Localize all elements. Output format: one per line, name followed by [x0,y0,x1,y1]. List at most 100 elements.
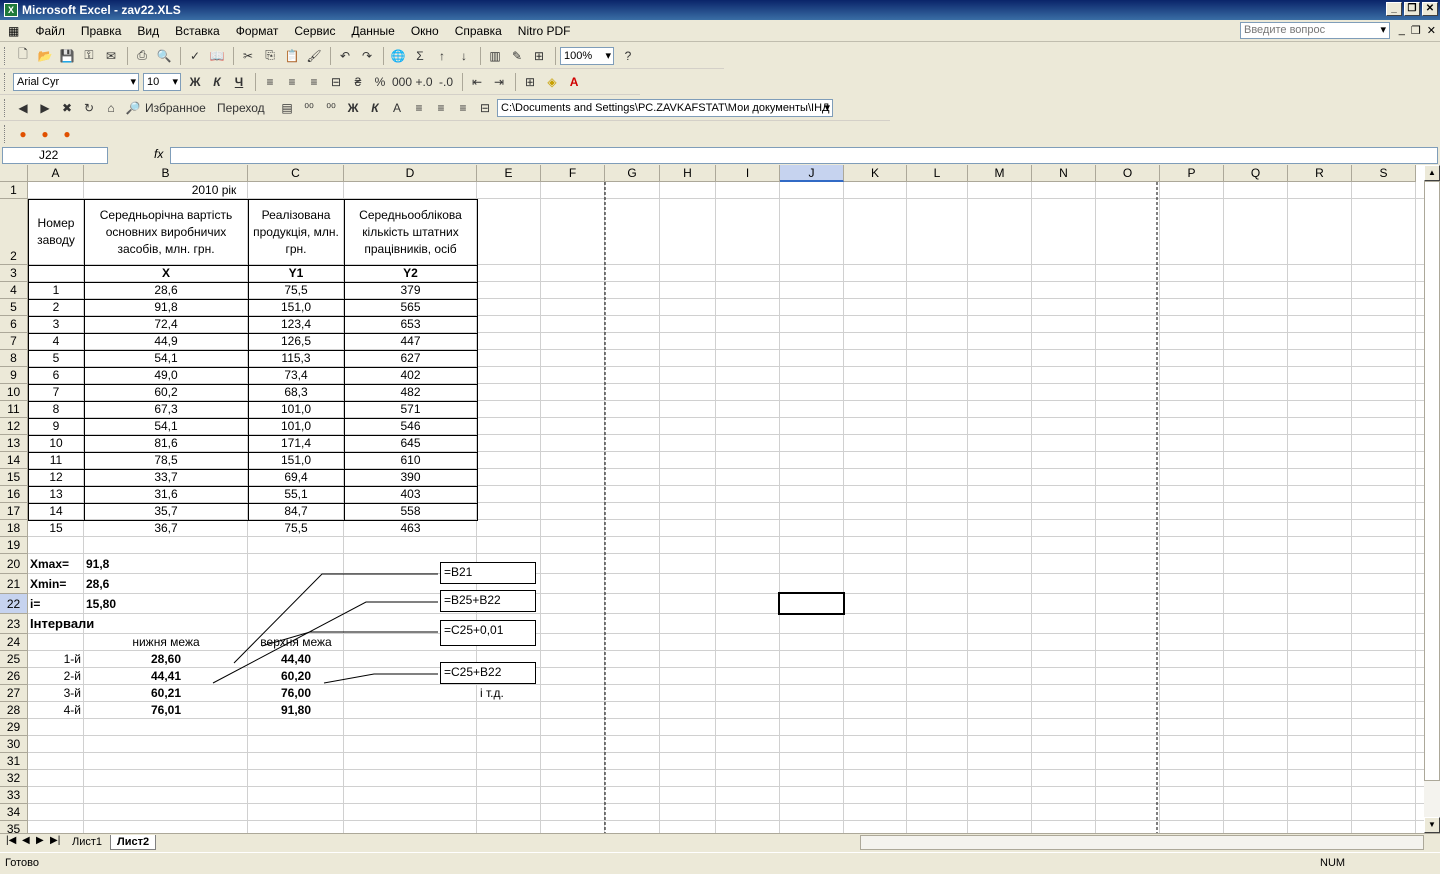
row-header[interactable]: 20 [0,554,28,574]
table-data-cell[interactable]: 91,8 [84,299,248,316]
table-data-cell[interactable]: 4 [28,333,84,350]
column-header[interactable]: I [716,165,780,182]
doc-restore-button[interactable]: ❐ [1411,24,1421,37]
cut-icon[interactable]: ✂ [238,46,258,66]
column-header[interactable]: M [968,165,1032,182]
help-icon[interactable]: ? [618,46,638,66]
xmax-label[interactable]: Xmax= [28,554,84,574]
row-header[interactable]: 17 [0,503,28,520]
interval-upper-cell[interactable]: 76,00 [248,685,344,702]
etc-note[interactable]: і т.д. [477,685,541,702]
format-painter-icon[interactable]: 🖌 [304,46,324,66]
column-heading-cell[interactable]: Реалізована продукція, млн. грн. [248,199,344,265]
table-data-cell[interactable]: 75,5 [248,282,344,299]
table-data-cell[interactable]: 13 [28,486,84,503]
symbol-cell[interactable]: X [84,265,248,282]
back-icon[interactable]: ◀ [13,98,33,118]
toolbar-grip[interactable] [4,46,7,65]
menu-edit[interactable]: Правка [73,24,130,38]
row-header[interactable]: 33 [0,787,28,804]
tab-list1[interactable]: Лист1 [66,835,108,850]
table-data-cell[interactable]: 101,0 [248,418,344,435]
interval-lower-cell[interactable]: 28,60 [84,651,248,668]
table-data-cell[interactable]: 10 [28,435,84,452]
row-header[interactable]: 12 [0,418,28,435]
toolbar-grip[interactable] [4,72,7,91]
table-data-cell[interactable]: 54,1 [84,418,248,435]
underline-icon[interactable]: Ч [229,72,249,92]
table-data-cell[interactable]: 78,5 [84,452,248,469]
align-center-icon[interactable]: ≡ [282,72,302,92]
row-header[interactable]: 16 [0,486,28,503]
undo-icon[interactable]: ↶ [335,46,355,66]
paste-icon[interactable]: 📋 [282,46,302,66]
interval-name-cell[interactable]: 2-й [28,668,84,685]
column-header[interactable]: Q [1224,165,1288,182]
decrease-decimal-icon[interactable]: -.0 [436,72,456,92]
goto-menu[interactable]: Переход [217,98,275,118]
menu-window[interactable]: Окно [403,24,447,38]
table-data-cell[interactable]: 379 [344,282,477,299]
column-header[interactable]: A [28,165,84,182]
interval-name-cell[interactable]: 4-й [28,702,84,719]
table-data-cell[interactable]: 610 [344,452,477,469]
xmax-value[interactable]: 91,8 [84,554,248,574]
interval-lower-cell[interactable]: 76,01 [84,702,248,719]
table-data-cell[interactable]: 627 [344,350,477,367]
redo-icon[interactable]: ↷ [357,46,377,66]
table-data-cell[interactable]: 44,9 [84,333,248,350]
table-data-cell[interactable]: 81,6 [84,435,248,452]
active-cell-selection[interactable] [778,592,845,615]
table-data-cell[interactable]: 72,4 [84,316,248,333]
menu-view[interactable]: Вид [129,24,167,38]
permission-icon[interactable]: ⚿ [79,46,99,66]
table-data-cell[interactable]: 1 [28,282,84,299]
font-grow-icon[interactable]: A [387,98,407,118]
row-header[interactable]: 6 [0,316,28,333]
table-data-cell[interactable]: 126,5 [248,333,344,350]
merge-center-icon[interactable]: ⊟ [475,98,495,118]
row-header[interactable]: 4 [0,282,28,299]
column-header[interactable]: C [248,165,344,182]
column-header[interactable]: K [844,165,907,182]
italic-icon[interactable]: К [207,72,227,92]
interval-upper-cell[interactable]: 44,40 [248,651,344,668]
autosum-icon[interactable]: Σ [410,46,430,66]
forward-icon[interactable]: ▶ [35,98,55,118]
save-icon[interactable]: 💾 [57,46,77,66]
column-header[interactable]: B [84,165,248,182]
row-header[interactable]: 5 [0,299,28,316]
table-data-cell[interactable]: 3 [28,316,84,333]
column-header[interactable]: E [477,165,541,182]
format-icon-1[interactable]: ⁰⁰ [299,98,319,118]
table-data-cell[interactable]: 69,4 [248,469,344,486]
chart-wizard-icon[interactable]: ▥ [485,46,505,66]
row-header[interactable]: 1 [0,182,28,199]
copy-icon[interactable]: ⎘ [260,46,280,66]
align-right-icon[interactable]: ≡ [453,98,473,118]
row-header[interactable]: 22 [0,594,28,614]
table-data-cell[interactable]: 5 [28,350,84,367]
interval-width-value[interactable]: 15,80 [84,594,248,614]
column-header[interactable]: O [1096,165,1160,182]
xmin-value[interactable]: 28,6 [84,574,248,594]
toolbar-grip[interactable] [4,125,7,143]
table-data-cell[interactable]: 565 [344,299,477,316]
sheet-title-cell[interactable]: 2010 рік [84,182,344,199]
upper-bound-heading[interactable]: верхня межа [248,634,344,651]
menu-insert[interactable]: Вставка [167,24,228,38]
table-data-cell[interactable]: 151,0 [248,452,344,469]
interval-lower-cell[interactable]: 60,21 [84,685,248,702]
favorites-menu[interactable]: Избранное [145,98,215,118]
row-header[interactable]: 15 [0,469,28,486]
increase-decimal-icon[interactable]: +.0 [414,72,434,92]
align-left-icon[interactable]: ≡ [409,98,429,118]
research-icon[interactable]: 📖 [207,46,227,66]
table-data-cell[interactable]: 151,0 [248,299,344,316]
table-data-cell[interactable]: 36,7 [84,520,248,537]
bold-icon[interactable]: Ж [185,72,205,92]
scroll-thumb[interactable] [1424,181,1440,781]
nitro-pdf-icon[interactable]: ● [13,124,33,144]
row-header[interactable]: 29 [0,719,28,736]
row-header[interactable]: 30 [0,736,28,753]
